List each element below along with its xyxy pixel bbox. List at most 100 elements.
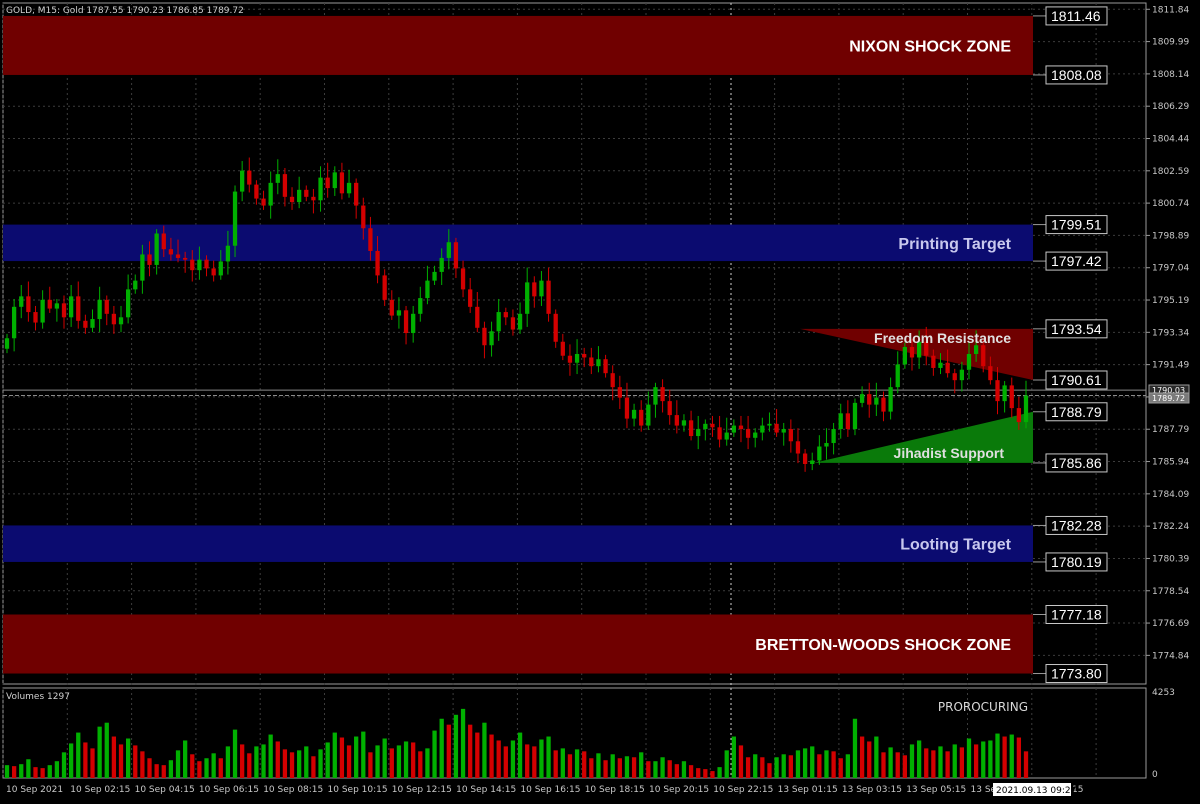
candle-body [767, 423, 772, 426]
volume-bar [111, 736, 117, 778]
volume-bar [247, 753, 252, 778]
candle-body [867, 394, 872, 405]
candle-body [881, 397, 886, 412]
candle-body [945, 362, 950, 374]
volume-bar [881, 752, 886, 778]
volume-bar [688, 765, 694, 778]
volume-bar [973, 744, 979, 778]
volume-bar [140, 751, 145, 778]
candle-body [118, 317, 124, 325]
candle-body [175, 254, 181, 258]
candle-body [560, 341, 565, 356]
y-tick-label: 1811.84 [1152, 5, 1189, 15]
candle-body [154, 233, 159, 265]
level-label: 1773.80 [1051, 666, 1102, 682]
candle-body [909, 346, 915, 358]
x-tick-label: 10 Sep 18:15 [585, 785, 645, 795]
candle-body [211, 268, 216, 276]
candle-body [952, 373, 957, 381]
volume-bar [1016, 737, 1022, 778]
candle-body [696, 429, 701, 437]
volume-bar [26, 759, 31, 778]
candle-body [40, 299, 45, 323]
candle-body [453, 242, 459, 269]
candle-body [140, 254, 145, 281]
price-chart[interactable]: 1811.84 1809.99 1808.14 1806.29 1804.44 1802.… [0, 0, 1200, 800]
candle-body [439, 257, 444, 272]
volume-bar [325, 742, 330, 778]
volume-bar [681, 761, 687, 778]
level-label: 1793.54 [1051, 321, 1102, 337]
candle-body [703, 423, 708, 430]
candle-body [938, 362, 943, 368]
candle-body [795, 441, 801, 454]
triangle-label: Jihadist Support [894, 445, 1005, 461]
volume-bar [204, 758, 209, 778]
candle-body [240, 170, 245, 192]
candle-body [54, 303, 60, 309]
candle-body [710, 423, 715, 428]
volume-bar [603, 760, 608, 778]
candle-body [774, 423, 779, 433]
level-label: 1785.86 [1051, 455, 1102, 471]
volume-bar [838, 758, 843, 778]
candle-body [26, 296, 31, 313]
candle-body [838, 413, 843, 430]
candle-body [596, 359, 601, 367]
volume-bar [175, 750, 181, 778]
volume-bar [831, 751, 836, 778]
candle-body [126, 289, 131, 318]
volume-bar [738, 745, 744, 778]
volume-bar [396, 745, 402, 778]
volume-bar [240, 744, 245, 778]
y-tick-label: 1780.39 [1152, 554, 1189, 564]
candle-body [346, 182, 352, 194]
candle-body [204, 259, 209, 269]
y-tick-label: 1776.69 [1152, 619, 1189, 629]
volume-bar [624, 756, 630, 778]
candle-body [667, 401, 672, 416]
candle-body [111, 313, 117, 325]
candle-body [753, 432, 758, 438]
zone-label: Printing Target [898, 236, 1011, 253]
y-tick-label: 1802.59 [1152, 167, 1189, 177]
candle-body [468, 289, 473, 307]
candle-body [396, 310, 402, 316]
candle-body [460, 268, 466, 290]
chart-root: 1811.84 1809.99 1808.14 1806.29 1804.44 1802.… [0, 0, 1200, 800]
x-tick-label: 10 Sep 02:15 [70, 785, 130, 795]
volume-max-label: 4253 [1152, 688, 1175, 698]
triangle-label: Freedom Resistance [874, 330, 1011, 346]
volume-bar [802, 748, 808, 778]
candle-body [489, 331, 494, 346]
candle-body [810, 460, 815, 464]
candle-body [68, 296, 74, 318]
volume-bar [197, 761, 202, 778]
volume-bar [653, 761, 658, 778]
volume-bar [133, 745, 138, 778]
candle-body [133, 280, 138, 290]
volume-bar [218, 758, 223, 778]
candle-body [788, 429, 793, 442]
x-tick-label: 10 Sep 2021 [6, 785, 63, 795]
symbol-header: GOLD, M15: Gold 1787.55 1790.23 1786.85 … [6, 6, 244, 16]
level-label: 1777.18 [1051, 607, 1102, 623]
candle-body [318, 177, 323, 201]
x-tick-label: 10 Sep 20:15 [649, 785, 709, 795]
candle-body [802, 453, 808, 464]
candle-body [411, 313, 416, 334]
candle-body [646, 404, 651, 426]
volume-bar [68, 743, 74, 778]
candle-body [874, 397, 879, 405]
candle-body [375, 250, 380, 276]
bid-badge-text: 1789.72 [1152, 394, 1185, 403]
x-tick-label: 10 Sep 16:15 [520, 785, 580, 795]
y-tick-label: 1791.49 [1152, 361, 1189, 371]
volume-bar [90, 748, 95, 778]
volume-bar [382, 738, 387, 778]
volume-bar [582, 751, 587, 778]
candle-body [781, 429, 786, 433]
volume-bar [76, 732, 81, 778]
volume-bar [781, 754, 786, 778]
candle-body [76, 296, 81, 321]
